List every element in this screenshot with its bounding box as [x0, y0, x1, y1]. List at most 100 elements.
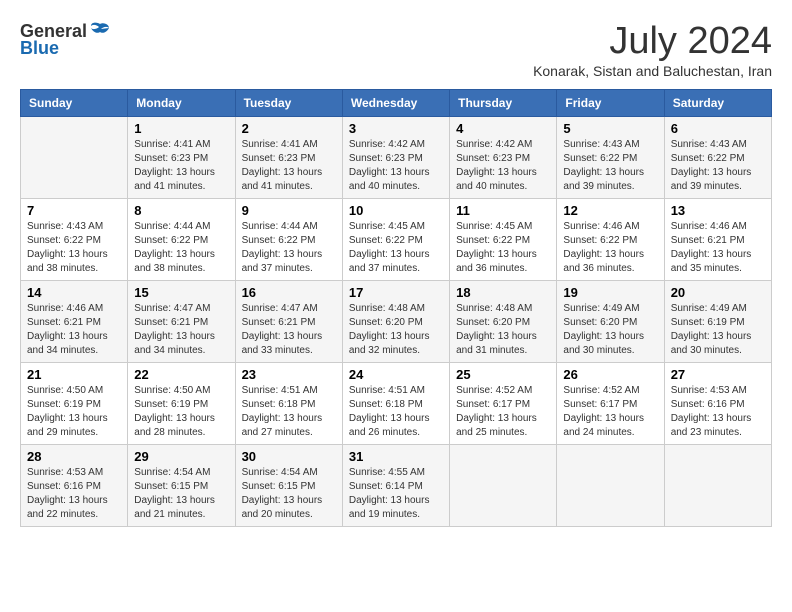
title-area: July 2024 Konarak, Sistan and Baluchesta…	[533, 20, 772, 79]
day-number: 15	[134, 285, 228, 300]
calendar-cell: 23 Sunrise: 4:51 AM Sunset: 6:18 PM Dayli…	[235, 363, 342, 445]
header-day-saturday: Saturday	[664, 90, 771, 117]
calendar-cell	[664, 445, 771, 527]
day-info: Sunrise: 4:52 AM Sunset: 6:17 PM Dayligh…	[563, 384, 657, 440]
day-number: 30	[242, 449, 336, 464]
day-info: Sunrise: 4:54 AM Sunset: 6:15 PM Dayligh…	[134, 466, 228, 522]
day-number: 24	[349, 367, 443, 382]
day-number: 7	[27, 203, 121, 218]
calendar-cell: 25Sunrise: 4:52 AM Sunset: 6:17 PM Dayli…	[450, 363, 557, 445]
day-number: 21	[27, 367, 121, 382]
header-day-sunday: Sunday	[21, 90, 128, 117]
calendar-cell: 16 Sunrise: 4:47 AM Sunset: 6:21 PM Dayli…	[235, 281, 342, 363]
day-info: Sunrise: 4:42 AM Sunset: 6:23 PM Dayligh…	[456, 138, 550, 194]
day-info: Sunrise: 4:45 AM Sunset: 6:22 PM Dayligh…	[349, 220, 443, 276]
day-number: 19	[563, 285, 657, 300]
day-number: 18	[456, 285, 550, 300]
calendar-cell: 7 Sunrise: 4:43 AM Sunset: 6:22 PM Daylig…	[21, 199, 128, 281]
day-number: 31	[349, 449, 443, 464]
page-header: General Blue July 2024 Konarak, Sistan a…	[20, 20, 772, 79]
day-info: Sunrise: 4:46 AM Sunset: 6:22 PM Dayligh…	[563, 220, 657, 276]
calendar-cell: 6 Sunrise: 4:43 AM Sunset: 6:22 PM Daylig…	[664, 117, 771, 199]
calendar-cell: 27 Sunrise: 4:53 AM Sunset: 6:16 PM Dayli…	[664, 363, 771, 445]
calendar-cell: 20 Sunrise: 4:49 AM Sunset: 6:19 PM Dayli…	[664, 281, 771, 363]
calendar-body: 1Sunrise: 4:41 AM Sunset: 6:23 PM Daylig…	[21, 117, 772, 527]
week-row-3: 14 Sunrise: 4:46 AM Sunset: 6:21 PM Dayli…	[21, 281, 772, 363]
day-info: Sunrise: 4:48 AM Sunset: 6:20 PM Dayligh…	[349, 302, 443, 358]
calendar-cell: 29 Sunrise: 4:54 AM Sunset: 6:15 PM Dayli…	[128, 445, 235, 527]
day-info: Sunrise: 4:46 AM Sunset: 6:21 PM Dayligh…	[27, 302, 121, 358]
calendar-cell: 24 Sunrise: 4:51 AM Sunset: 6:18 PM Dayli…	[342, 363, 449, 445]
day-number: 27	[671, 367, 765, 382]
day-number: 11	[456, 203, 550, 218]
calendar-cell	[450, 445, 557, 527]
day-info: Sunrise: 4:46 AM Sunset: 6:21 PM Dayligh…	[671, 220, 765, 276]
day-number: 26	[563, 367, 657, 382]
calendar-table: SundayMondayTuesdayWednesdayThursdayFrid…	[20, 89, 772, 527]
day-number: 14	[27, 285, 121, 300]
calendar-cell: 15 Sunrise: 4:47 AM Sunset: 6:21 PM Dayli…	[128, 281, 235, 363]
day-number: 2	[242, 121, 336, 136]
day-number: 13	[671, 203, 765, 218]
day-number: 5	[563, 121, 657, 136]
day-info: Sunrise: 4:54 AM Sunset: 6:15 PM Dayligh…	[242, 466, 336, 522]
day-info: Sunrise: 4:55 AM Sunset: 6:14 PM Dayligh…	[349, 466, 443, 522]
day-info: Sunrise: 4:52 AM Sunset: 6:17 PM Dayligh…	[456, 384, 550, 440]
calendar-cell: 13 Sunrise: 4:46 AM Sunset: 6:21 PM Dayli…	[664, 199, 771, 281]
header-day-thursday: Thursday	[450, 90, 557, 117]
day-number: 28	[27, 449, 121, 464]
calendar-cell: 1Sunrise: 4:41 AM Sunset: 6:23 PM Daylig…	[128, 117, 235, 199]
day-info: Sunrise: 4:47 AM Sunset: 6:21 PM Dayligh…	[134, 302, 228, 358]
day-info: Sunrise: 4:53 AM Sunset: 6:16 PM Dayligh…	[27, 466, 121, 522]
calendar-cell: 8Sunrise: 4:44 AM Sunset: 6:22 PM Daylig…	[128, 199, 235, 281]
logo-bird-icon	[89, 20, 111, 42]
day-info: Sunrise: 4:42 AM Sunset: 6:23 PM Dayligh…	[349, 138, 443, 194]
day-number: 17	[349, 285, 443, 300]
day-info: Sunrise: 4:49 AM Sunset: 6:19 PM Dayligh…	[671, 302, 765, 358]
day-info: Sunrise: 4:51 AM Sunset: 6:18 PM Dayligh…	[242, 384, 336, 440]
calendar-cell: 28 Sunrise: 4:53 AM Sunset: 6:16 PM Dayli…	[21, 445, 128, 527]
location-text: Konarak, Sistan and Baluchestan, Iran	[533, 63, 772, 79]
day-info: Sunrise: 4:50 AM Sunset: 6:19 PM Dayligh…	[27, 384, 121, 440]
calendar-cell: 10Sunrise: 4:45 AM Sunset: 6:22 PM Dayli…	[342, 199, 449, 281]
day-info: Sunrise: 4:43 AM Sunset: 6:22 PM Dayligh…	[27, 220, 121, 276]
day-number: 6	[671, 121, 765, 136]
calendar-cell: 14 Sunrise: 4:46 AM Sunset: 6:21 PM Dayli…	[21, 281, 128, 363]
header-day-friday: Friday	[557, 90, 664, 117]
day-number: 20	[671, 285, 765, 300]
day-info: Sunrise: 4:41 AM Sunset: 6:23 PM Dayligh…	[242, 138, 336, 194]
week-row-1: 1Sunrise: 4:41 AM Sunset: 6:23 PM Daylig…	[21, 117, 772, 199]
day-number: 16	[242, 285, 336, 300]
month-year-title: July 2024	[533, 20, 772, 63]
day-info: Sunrise: 4:53 AM Sunset: 6:16 PM Dayligh…	[671, 384, 765, 440]
day-number: 22	[134, 367, 228, 382]
week-row-5: 28 Sunrise: 4:53 AM Sunset: 6:16 PM Dayli…	[21, 445, 772, 527]
calendar-cell: 5Sunrise: 4:43 AM Sunset: 6:22 PM Daylig…	[557, 117, 664, 199]
day-number: 3	[349, 121, 443, 136]
day-info: Sunrise: 4:47 AM Sunset: 6:21 PM Dayligh…	[242, 302, 336, 358]
calendar-cell: 26 Sunrise: 4:52 AM Sunset: 6:17 PM Dayli…	[557, 363, 664, 445]
calendar-cell: 2 Sunrise: 4:41 AM Sunset: 6:23 PM Daylig…	[235, 117, 342, 199]
calendar-cell	[21, 117, 128, 199]
calendar-cell: 9Sunrise: 4:44 AM Sunset: 6:22 PM Daylig…	[235, 199, 342, 281]
calendar-cell: 30 Sunrise: 4:54 AM Sunset: 6:15 PM Dayli…	[235, 445, 342, 527]
calendar-cell: 3 Sunrise: 4:42 AM Sunset: 6:23 PM Daylig…	[342, 117, 449, 199]
calendar-cell: 4Sunrise: 4:42 AM Sunset: 6:23 PM Daylig…	[450, 117, 557, 199]
calendar-cell: 12 Sunrise: 4:46 AM Sunset: 6:22 PM Dayli…	[557, 199, 664, 281]
day-number: 23	[242, 367, 336, 382]
day-info: Sunrise: 4:49 AM Sunset: 6:20 PM Dayligh…	[563, 302, 657, 358]
day-info: Sunrise: 4:50 AM Sunset: 6:19 PM Dayligh…	[134, 384, 228, 440]
day-number: 8	[134, 203, 228, 218]
day-info: Sunrise: 4:43 AM Sunset: 6:22 PM Dayligh…	[671, 138, 765, 194]
header-row: SundayMondayTuesdayWednesdayThursdayFrid…	[21, 90, 772, 117]
day-number: 12	[563, 203, 657, 218]
calendar-cell	[557, 445, 664, 527]
logo-blue-text: Blue	[20, 38, 59, 59]
day-number: 9	[242, 203, 336, 218]
calendar-header: SundayMondayTuesdayWednesdayThursdayFrid…	[21, 90, 772, 117]
day-number: 29	[134, 449, 228, 464]
day-info: Sunrise: 4:51 AM Sunset: 6:18 PM Dayligh…	[349, 384, 443, 440]
week-row-4: 21 Sunrise: 4:50 AM Sunset: 6:19 PM Dayli…	[21, 363, 772, 445]
header-day-tuesday: Tuesday	[235, 90, 342, 117]
header-day-monday: Monday	[128, 90, 235, 117]
